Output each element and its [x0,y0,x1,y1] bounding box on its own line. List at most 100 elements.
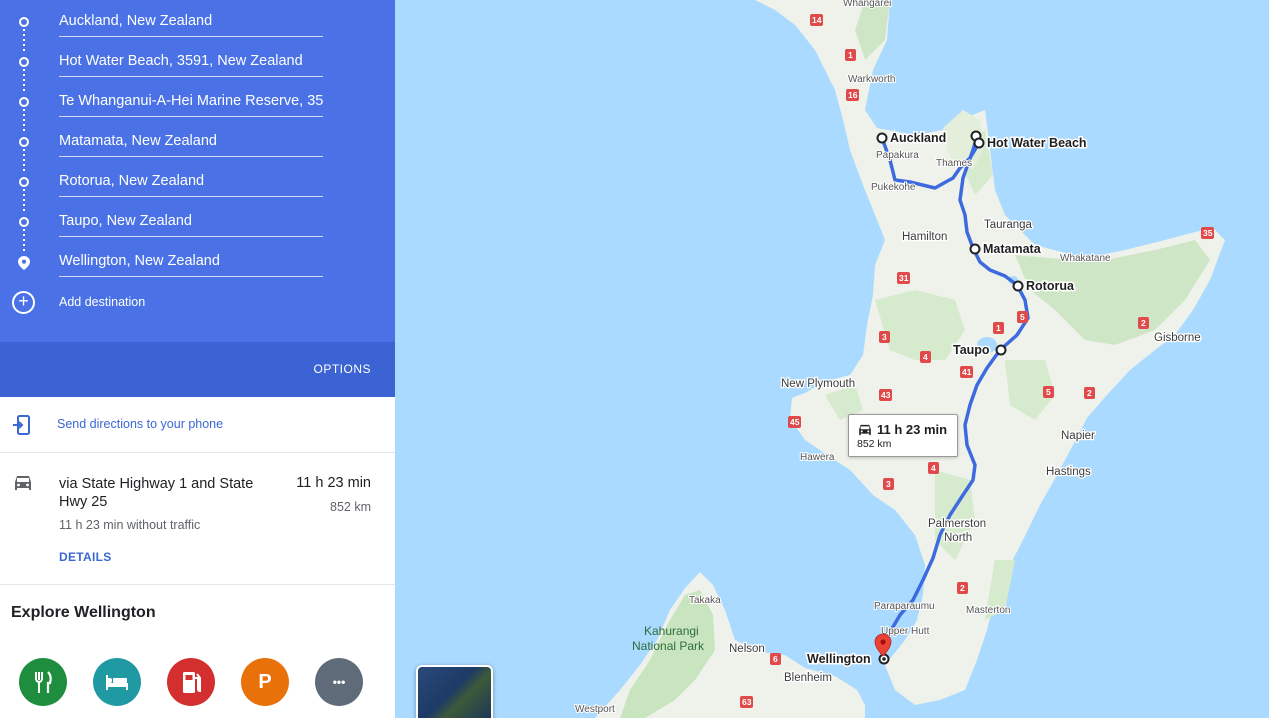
stop-marker-hot-water-beach [973,137,985,149]
more-icon: ••• [332,675,346,689]
road-shield-5: 5 [1017,311,1028,323]
waypoint-row[interactable]: Auckland, New Zealand [0,2,395,42]
gas-pump-icon [183,672,201,693]
parking-icon: P [258,671,272,693]
stop-label-wellington: Wellington [807,652,871,666]
waypoint-input[interactable]: Matamata, New Zealand [59,127,323,157]
waypoint-row[interactable]: Hot Water Beach, 3591, New Zealand [0,42,395,82]
road-shield-35: 35 [1201,227,1214,239]
road-shield-16: 16 [846,89,859,101]
stop-label-rotorua: Rotorua [1026,279,1075,293]
parking-button[interactable]: P [241,658,289,706]
waypoint-row[interactable]: Wellington, New Zealand [0,242,395,282]
svg-text:31: 31 [899,273,909,283]
place-label: National Park [632,639,705,653]
options-bar: OPTIONS [0,342,395,397]
stop-marker-taupo [995,344,1007,356]
place-label: Thames [936,158,972,169]
place-label: Kahurangi [644,624,699,638]
place-label: Pukekohe [871,182,916,193]
stop-label-matamata: Matamata [983,242,1042,256]
car-icon [15,476,31,490]
road-shield-1: 1 [993,322,1004,334]
circle-icon [19,17,29,27]
svg-text:1: 1 [996,323,1001,333]
place-label: Palmerston [928,518,986,530]
waypoint-input[interactable]: Auckland, New Zealand [59,7,323,37]
svg-text:63: 63 [742,697,752,707]
road-shield-2: 2 [1138,317,1149,329]
stop-marker-matamata [969,243,981,255]
waypoint-row[interactable]: Matamata, New Zealand [0,122,395,162]
road-shield-4: 4 [928,462,939,474]
plus-circle-icon: + [12,291,35,314]
hotels-button[interactable] [93,658,141,706]
bed-icon [106,675,128,690]
place-label: Upper Hutt [881,626,930,637]
road-shield-4: 4 [920,351,931,363]
pin-icon [18,256,30,270]
road-shield-2: 2 [1084,387,1095,399]
route-option[interactable]: via State Highway 1 and State Hwy 25 11 … [0,453,395,585]
restaurants-button[interactable] [19,658,67,706]
place-label: North [944,532,972,544]
svg-text:16: 16 [848,90,858,100]
gas-stations-button[interactable] [167,658,215,706]
more-button[interactable]: ••• [315,658,363,706]
road-shield-3: 3 [883,478,894,490]
road-shield-6: 6 [770,653,781,665]
svg-text:14: 14 [812,15,822,25]
waypoint-input[interactable]: Hot Water Beach, 3591, New Zealand [59,47,323,77]
waypoint-input[interactable]: Taupo, New Zealand [59,207,323,237]
road-shield-3: 3 [879,331,890,343]
road-shield-31: 31 [897,272,910,284]
circle-icon [19,57,29,67]
satellite-layer-toggle[interactable] [416,665,493,718]
place-label: New Plymouth [781,378,855,390]
waypoint-row[interactable]: Rotorua, New Zealand [0,162,395,202]
explore-section: Explore Wellington P ••• [0,585,395,718]
stop-label-taupo: Taupo [953,343,990,357]
place-label: Papakura [876,150,919,161]
circle-icon [19,177,29,187]
maps-app: Auckland, New Zealand Hot Water Beach, 3… [0,0,1269,718]
road-shield-5: 5 [1043,386,1054,398]
circle-icon [19,217,29,227]
place-label: Gisborne [1154,332,1201,344]
wellington-center-dot [882,657,886,661]
waypoint-row[interactable]: Taupo, New Zealand [0,202,395,242]
directions-sidebar: Auckland, New Zealand Hot Water Beach, 3… [0,0,395,718]
place-label: Tauranga [984,219,1033,231]
map-canvas[interactable]: 14 1 16 35 2 31 3 4 1 5 41 43 45 5 2 4 3… [395,0,1269,718]
svg-text:35: 35 [1203,228,1213,238]
traffic-note: 11 h 23 min without traffic [59,518,201,532]
send-to-phone-icon [13,415,30,435]
svg-text:5: 5 [1020,312,1025,322]
details-button[interactable]: DETAILS [59,550,112,564]
send-directions-link[interactable]: Send directions to your phone [57,417,223,431]
svg-text:1: 1 [848,50,853,60]
svg-text:43: 43 [881,390,891,400]
car-icon [859,424,871,436]
map-svg: 14 1 16 35 2 31 3 4 1 5 41 43 45 5 2 4 3… [395,0,1269,718]
svg-text:3: 3 [886,479,891,489]
place-label: Masterton [966,605,1010,616]
place-label: Napier [1061,430,1095,442]
waypoint-row[interactable]: Te Whanganui-A-Hei Marine Reserve, 35 [0,82,395,122]
stop-label-hot-water-beach: Hot Water Beach [987,136,1087,150]
tooltip-duration: 11 h 23 min [877,422,948,437]
send-to-phone-row[interactable]: Send directions to your phone [0,397,395,453]
waypoint-input[interactable]: Rotorua, New Zealand [59,167,323,197]
route-tooltip[interactable]: 11 h 23 min 852 km [848,414,958,457]
road-shield-14: 14 [810,14,823,26]
road-shield-63: 63 [740,696,753,708]
svg-text:2: 2 [1087,388,1092,398]
options-button[interactable]: OPTIONS [313,362,371,376]
waypoint-input[interactable]: Wellington, New Zealand [59,247,323,277]
explore-title: Explore Wellington [11,604,156,621]
svg-text:45: 45 [790,417,800,427]
place-label: Hastings [1046,466,1091,478]
place-label: Whakatane [1060,253,1111,264]
waypoint-input[interactable]: Te Whanganui-A-Hei Marine Reserve, 35 [59,87,323,117]
add-destination-button[interactable]: + Add destination [0,288,395,318]
